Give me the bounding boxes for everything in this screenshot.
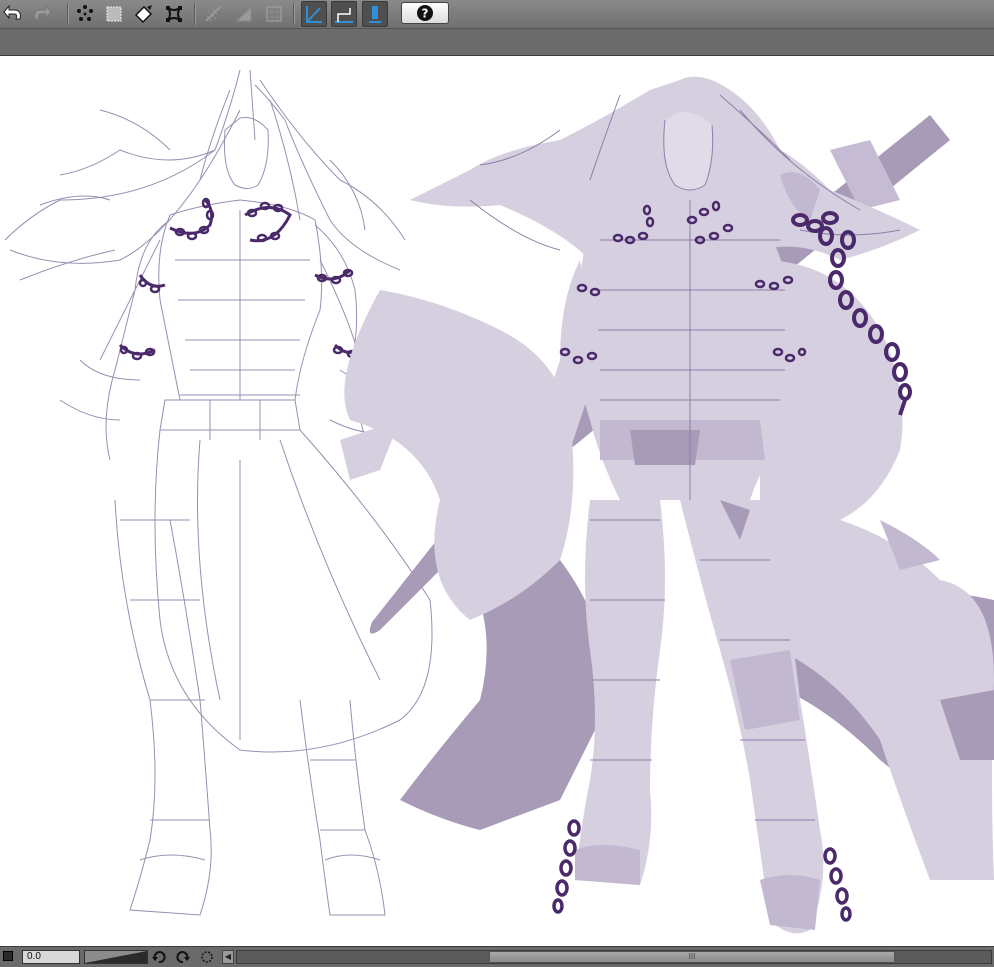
frame-icon (266, 6, 282, 22)
left-sketch-figure (4, 69, 433, 916)
grid-button[interactable] (200, 1, 226, 27)
frame-button[interactable] (261, 1, 287, 27)
snap-to-grid-button[interactable] (362, 1, 388, 27)
snap-to-line-button[interactable] (301, 1, 327, 27)
tool-property-bar (0, 29, 994, 56)
transform-button[interactable] (161, 1, 187, 27)
undo-button[interactable] (1, 1, 27, 27)
help-button[interactable]: ? (401, 2, 449, 24)
right-flat-figure (340, 76, 994, 934)
ruler-icon (235, 5, 252, 22)
snap-to-ruler-icon (335, 8, 353, 23)
zoom-slider-fill (85, 951, 147, 963)
rotate-left-icon[interactable] (152, 950, 166, 964)
fill-icon (134, 5, 153, 24)
zoom-slider[interactable] (84, 950, 148, 964)
left-chains (118, 197, 367, 361)
ruler-button[interactable] (231, 1, 257, 27)
main-toolbar: ? (0, 0, 994, 29)
redo-icon (34, 4, 52, 20)
toolbar-separator (194, 3, 195, 25)
snap-to-ruler-button[interactable] (331, 1, 357, 27)
grid-icon (205, 6, 221, 22)
status-bar: 0.0 ◀ III (0, 946, 994, 967)
reset-rotation-icon[interactable] (200, 950, 214, 964)
help-label: ? (422, 7, 429, 21)
snap-to-grid-icon (369, 6, 381, 23)
redo-button[interactable] (28, 1, 54, 27)
horizontal-scroll-thumb[interactable]: III (489, 951, 895, 963)
zoom-field[interactable]: 0.0 (22, 950, 80, 964)
toolbar-separator (293, 3, 294, 25)
undo-icon (3, 4, 21, 20)
artwork (4, 69, 994, 934)
selection-options-icon (77, 5, 93, 21)
navigator-square-icon[interactable] (3, 951, 13, 961)
help-icon: ? (417, 5, 433, 21)
deselect-icon (106, 6, 122, 22)
fill-button[interactable] (131, 1, 157, 27)
deselect-button[interactable] (101, 1, 127, 27)
snap-to-line-icon (306, 6, 322, 23)
selection-options-button[interactable] (72, 1, 98, 27)
transform-icon (166, 6, 182, 22)
scroll-left-button[interactable]: ◀ (222, 950, 234, 964)
rotate-right-icon[interactable] (176, 950, 190, 964)
drawing-canvas[interactable] (0, 56, 994, 946)
toolbar-separator (67, 3, 68, 25)
horizontal-scrollbar[interactable]: III (236, 950, 992, 964)
